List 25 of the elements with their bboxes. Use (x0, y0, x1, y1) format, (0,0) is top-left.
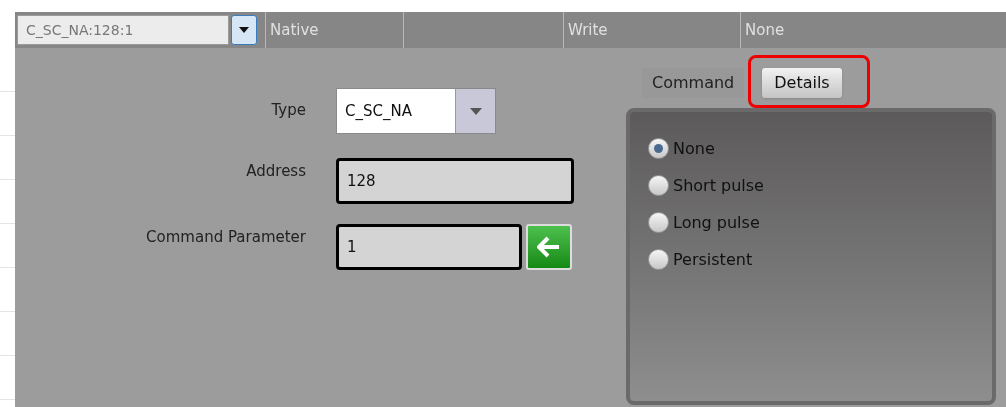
radio-option[interactable]: None (648, 136, 992, 161)
tab[interactable]: Command (642, 68, 745, 98)
table-cell-text: Write (568, 19, 608, 41)
address-label: Address (245, 161, 306, 182)
caret-icon (469, 107, 482, 115)
arrow-left-icon (537, 236, 561, 258)
radio-button[interactable] (648, 138, 669, 159)
caret-icon (239, 27, 249, 33)
radio-button[interactable] (648, 249, 669, 270)
tab[interactable]: Details (762, 68, 842, 98)
radio-button[interactable] (648, 212, 669, 233)
combo-field[interactable]: C_SC_NA:128:1 (17, 15, 229, 45)
table-cell-text: None (745, 19, 785, 41)
type-select[interactable]: C_SC_NA (336, 88, 496, 134)
apply-button[interactable] (526, 224, 572, 270)
table-cell-text: Native (270, 19, 319, 41)
radio-option[interactable]: Persistent (648, 247, 992, 272)
radio-option[interactable]: Long pulse (648, 210, 992, 235)
radio-option[interactable]: Short pulse (648, 173, 992, 198)
type-label: Type (270, 100, 306, 121)
command-parameter-label: Command Parameter (145, 227, 306, 248)
dropdown-button[interactable] (231, 15, 257, 45)
address-field[interactable]: 128 (336, 158, 574, 204)
command-parameter-field[interactable]: 1 (336, 224, 522, 270)
radio-button[interactable] (648, 175, 669, 196)
